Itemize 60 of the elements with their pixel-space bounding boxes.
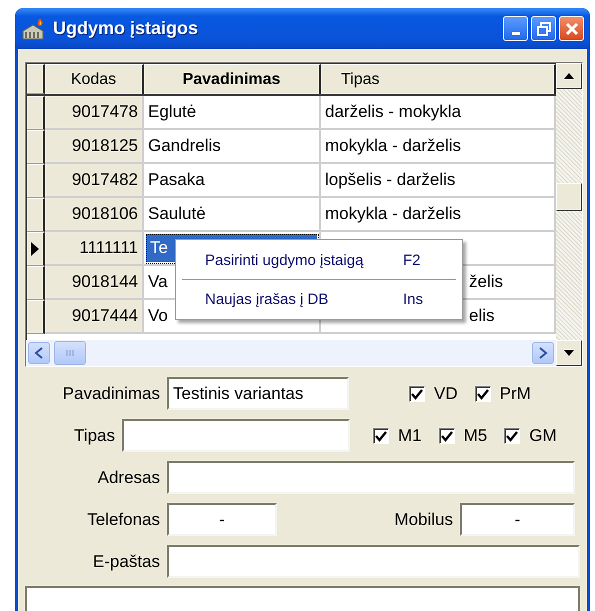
checkbox[interactable]: VD	[409, 384, 458, 404]
input-field[interactable]: -	[167, 503, 277, 536]
input-field[interactable]: -	[460, 503, 575, 536]
table-cell: 9017478	[45, 96, 144, 130]
table-cell: Pasaka	[144, 164, 321, 198]
row-indicator[interactable]	[27, 266, 45, 300]
input-field[interactable]	[167, 545, 580, 578]
window-title: Ugdymo įstaigos	[53, 18, 200, 39]
restore-icon	[536, 20, 552, 36]
horizontal-scrollbar[interactable]	[26, 340, 556, 366]
scroll-up-button[interactable]	[556, 63, 582, 89]
field-label: Telefonas	[86, 510, 160, 530]
checkmark-icon	[375, 430, 387, 442]
row-indicator[interactable]	[27, 164, 45, 198]
checkmark-icon	[411, 388, 423, 400]
grip-icon	[65, 348, 75, 358]
input-field[interactable]	[167, 461, 575, 494]
scrollbar-thumb[interactable]	[54, 341, 86, 365]
close-button[interactable]	[559, 16, 584, 41]
minimize-icon	[512, 32, 520, 35]
checkmark-icon	[440, 430, 453, 442]
row-indicator[interactable]	[27, 96, 45, 130]
table-cell: 9017482	[45, 164, 144, 198]
scroll-down-button[interactable]	[556, 340, 582, 366]
table-cell: 9018106	[45, 198, 144, 232]
table-cell: 9018144	[45, 266, 144, 300]
checkbox[interactable]: PrM	[474, 384, 531, 404]
close-icon	[564, 20, 580, 36]
table-cell: 9018125	[45, 130, 144, 164]
row-indicator[interactable]	[27, 232, 45, 266]
field-label: Tipas	[73, 426, 115, 446]
field-label: E-paštas	[92, 552, 160, 572]
row-indicator[interactable]	[27, 300, 45, 334]
minimize-button[interactable]	[503, 16, 528, 41]
field-label: Mobilus	[393, 510, 453, 530]
triangle-icon	[30, 241, 40, 257]
restore-button[interactable]	[531, 16, 556, 41]
column-header[interactable]: Pavadinimas	[144, 64, 321, 94]
checkbox[interactable]: M1	[373, 426, 422, 446]
field-label: Pavadinimas	[62, 384, 160, 404]
table-cell: Eglutė	[144, 96, 321, 130]
down-arrow-icon	[563, 349, 575, 357]
up-arrow-icon	[563, 72, 575, 80]
checkmark-icon	[506, 430, 518, 442]
scroll-right-button[interactable]	[532, 342, 554, 364]
field-label: Adresas	[96, 468, 160, 488]
input-field[interactable]	[122, 419, 350, 452]
table-cell: 9017444	[45, 300, 144, 334]
input-field[interactable]: Testinis variantas	[167, 377, 349, 410]
checkmark-icon	[476, 388, 489, 400]
row-indicator[interactable]	[27, 130, 45, 164]
row-indicator[interactable]	[27, 198, 45, 232]
column-header[interactable]: Tipas	[321, 64, 556, 94]
checkbox[interactable]: M5	[438, 426, 488, 446]
scroll-left-button[interactable]	[28, 342, 50, 364]
column-header[interactable]: Kodas	[45, 64, 144, 94]
checkbox[interactable]: GM	[504, 426, 557, 446]
table-cell: Gandrelis	[144, 130, 321, 164]
vertical-scrollbar[interactable]	[556, 63, 582, 340]
table-cell: 1111111	[45, 232, 144, 266]
